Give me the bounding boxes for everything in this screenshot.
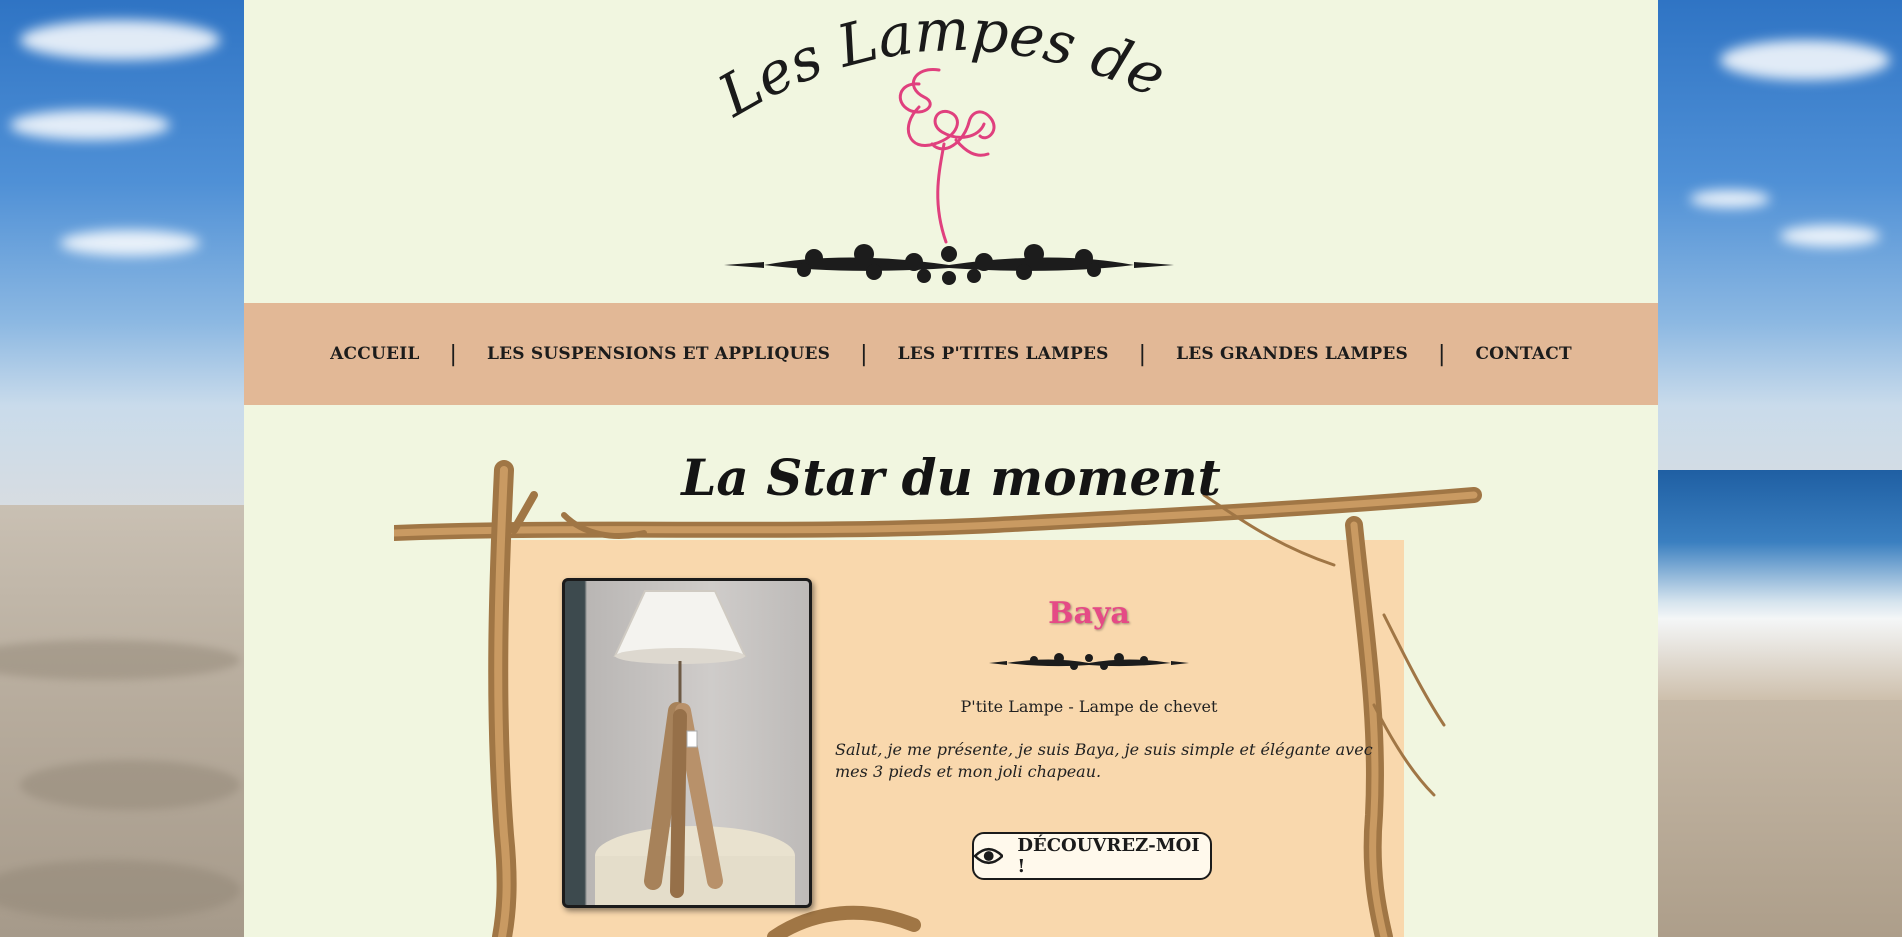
discover-button[interactable]: DÉCOUVREZ-MOI ! [972,832,1212,880]
nav-item-suspensions[interactable]: LES SUSPENSIONS ET APPLIQUES [457,344,860,364]
nav-item-accueil[interactable]: ACCUEIL [300,344,449,364]
nav-separator: | [860,341,868,367]
eye-icon [974,847,1004,865]
nav-separator: | [1438,341,1446,367]
product-category: P'tite Lampe - Lampe de chevet [960,697,1218,716]
main-nav: ACCUEIL | LES SUSPENSIONS ET APPLIQUES |… [244,303,1658,405]
discover-button-label: DÉCOUVREZ-MOI ! [1017,835,1200,877]
nav-separator: | [1138,341,1147,367]
nav-item-contact[interactable]: CONTACT [1445,344,1601,364]
main-panel: Les Lampes de Sylvie [244,0,1658,937]
flamingo-icon [898,68,996,244]
nav-item-ptites-lampes[interactable]: LES P'TITES LAMPES [868,344,1139,364]
nav-item-grandes-lampes[interactable]: LES GRANDES LAMPES [1146,344,1438,364]
site-logo[interactable]: Les Lampes de Sylvie [244,0,1658,303]
product-name[interactable]: Baya [824,596,1354,631]
featured-heading: La Star du moment [681,448,1221,507]
product-photo[interactable] [562,578,812,908]
nav-separator: | [449,341,457,367]
product-description: Salut, je me présente, je suis Baya, je … [835,740,1373,781]
floral-ornament-icon [724,244,1174,285]
lamp-image [595,590,795,905]
small-floral-ornament-icon [989,653,1189,670]
